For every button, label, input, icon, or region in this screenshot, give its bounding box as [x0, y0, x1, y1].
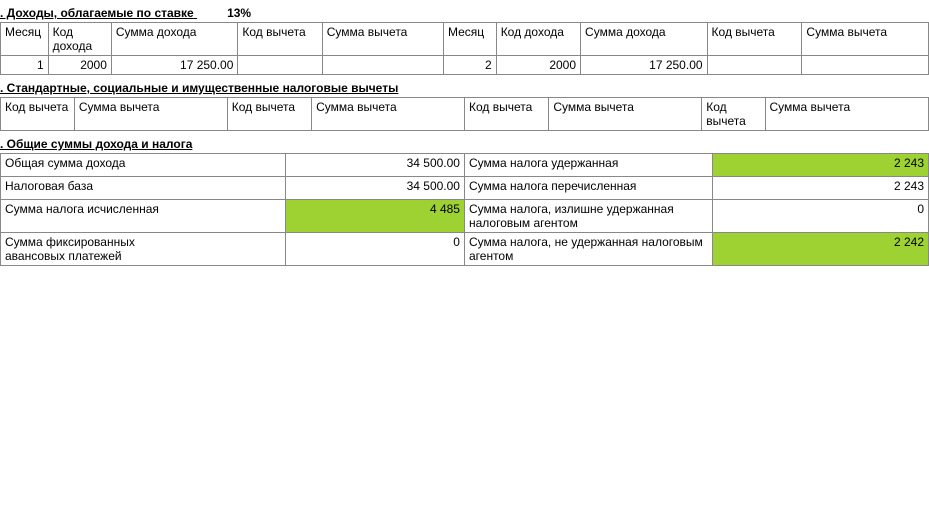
section5-title: . Общие суммы дохода и налога: [0, 131, 929, 153]
tax-base-label: Налоговая база: [1, 177, 286, 200]
totals-row-2: Налоговая база 34 500.00 Сумма налога пе…: [1, 177, 929, 200]
d-hdr-code-3: Код вычета: [464, 98, 548, 131]
hdr-deduct-code-2: Код вычета: [707, 23, 802, 56]
income-header-row: Месяц Код дохода Сумма дохода Код вычета…: [1, 23, 929, 56]
section3-title: . Доходы, облагаемые по ставке 13%: [0, 0, 929, 22]
tax-excess-label: Сумма налога, излишне удержанная налогов…: [464, 200, 712, 233]
tax-excess-value: 0: [712, 200, 928, 233]
hdr-month-2: Месяц: [443, 23, 496, 56]
d-hdr-sum-1: Сумма вычета: [74, 98, 227, 131]
tax-not-withheld-value: 2 242: [712, 233, 928, 266]
d-hdr-code-2: Код вычета: [227, 98, 311, 131]
tax-withheld-value: 2 243: [712, 154, 928, 177]
cell-deduct-code-2: [707, 56, 802, 75]
total-income-label: Общая сумма дохода: [1, 154, 286, 177]
cell-income-code: 2000: [48, 56, 111, 75]
tax-transferred-label: Сумма налога перечисленная: [464, 177, 712, 200]
totals-row-1: Общая сумма дохода 34 500.00 Сумма налог…: [1, 154, 929, 177]
section3-title-text: . Доходы, облагаемые по ставке: [0, 6, 194, 20]
hdr-income-sum: Сумма дохода: [111, 23, 238, 56]
d-hdr-code-1: Код вычета: [1, 98, 75, 131]
hdr-deduct-code: Код вычета: [238, 23, 322, 56]
hdr-income-code-2: Код дохода: [496, 23, 580, 56]
total-income-value: 34 500.00: [285, 154, 464, 177]
tax-withheld-label: Сумма налога удержанная: [464, 154, 712, 177]
hdr-deduct-sum-2: Сумма вычета: [802, 23, 929, 56]
hdr-income-code: Код дохода: [48, 23, 111, 56]
cell-deduct-sum: [322, 56, 443, 75]
income-table: Месяц Код дохода Сумма дохода Код вычета…: [0, 22, 929, 75]
d-hdr-sum-3: Сумма вычета: [549, 98, 702, 131]
d-hdr-code-4: Код вычета: [702, 98, 765, 131]
totals-table: Общая сумма дохода 34 500.00 Сумма налог…: [0, 153, 929, 266]
tax-not-withheld-label: Сумма налога, не удержанная налоговым аг…: [464, 233, 712, 266]
hdr-income-sum-2: Сумма дохода: [581, 23, 708, 56]
cell-income-sum-2: 17 250.00: [581, 56, 708, 75]
hdr-month: Месяц: [1, 23, 49, 56]
cell-deduct-code: [238, 56, 322, 75]
tax-transferred-value: 2 243: [712, 177, 928, 200]
d-hdr-sum-4: Сумма вычета: [765, 98, 928, 131]
cell-month: 1: [1, 56, 49, 75]
deductions-table: Код вычета Сумма вычета Код вычета Сумма…: [0, 97, 929, 131]
cell-deduct-sum-2: [802, 56, 929, 75]
cell-income-code-2: 2000: [496, 56, 580, 75]
fixed-advance-value: 0: [285, 233, 464, 266]
totals-row-3: Сумма налога исчисленная 4 485 Сумма нал…: [1, 200, 929, 233]
d-hdr-sum-2: Сумма вычета: [312, 98, 465, 131]
cell-income-sum: 17 250.00: [111, 56, 238, 75]
totals-row-4: Сумма фиксированных авансовых платежей 0…: [1, 233, 929, 266]
cell-month-2: 2: [443, 56, 496, 75]
income-row: 1 2000 17 250.00 2 2000 17 250.00: [1, 56, 929, 75]
section4-title: . Стандартные, социальные и имущественны…: [0, 75, 929, 97]
section3-rate: 13%: [227, 6, 251, 20]
hdr-deduct-sum: Сумма вычета: [322, 23, 443, 56]
tax-calc-label: Сумма налога исчисленная: [1, 200, 286, 233]
fixed-advance-label: Сумма фиксированных авансовых платежей: [1, 233, 286, 266]
deductions-header-row: Код вычета Сумма вычета Код вычета Сумма…: [1, 98, 929, 131]
tax-calc-value: 4 485: [285, 200, 464, 233]
tax-base-value: 34 500.00: [285, 177, 464, 200]
